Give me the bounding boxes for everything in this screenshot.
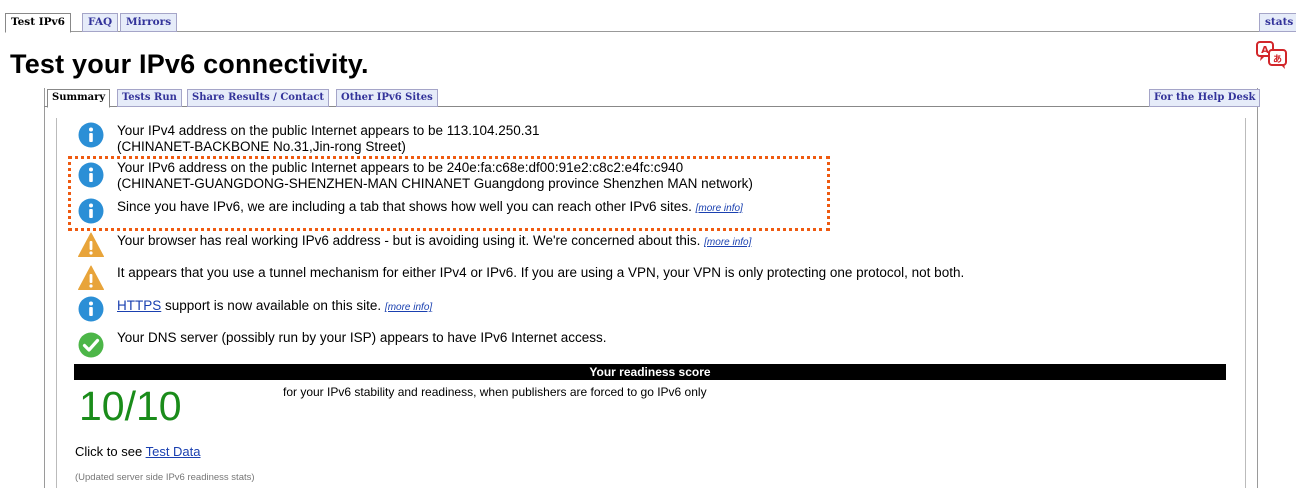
- ipv6-provider-line: (CHINANET-GUANGDONG-SHENZHEN-MAN CHINANE…: [117, 176, 753, 191]
- subtab-help-desk[interactable]: For the Help Desk: [1149, 89, 1261, 107]
- ipv4-address-line: Your IPv4 address on the public Internet…: [117, 123, 540, 138]
- subtab-other-ipv6-sites[interactable]: Other IPv6 Sites: [336, 89, 438, 107]
- more-info-link[interactable]: [more info]: [385, 302, 432, 313]
- check-icon: [78, 332, 104, 358]
- svg-text:A: A: [1261, 45, 1269, 56]
- test-data-link[interactable]: Test Data: [146, 444, 201, 459]
- subtab-tests-run[interactable]: Tests Run: [117, 89, 182, 107]
- https-link[interactable]: HTTPS: [117, 298, 161, 313]
- readiness-score-header: Your readiness score: [74, 364, 1226, 380]
- test-data-line: Click to see Test Data: [75, 444, 201, 459]
- info-icon: [78, 296, 104, 322]
- tab-faq[interactable]: FAQ: [82, 13, 119, 32]
- subtab-summary[interactable]: Summary: [47, 89, 111, 108]
- https-text: support is now available on this site.: [165, 298, 382, 313]
- svg-text:あ: あ: [1273, 54, 1282, 65]
- top-tab-bar: Test IPv6 FAQ Mirrors stats: [0, 0, 1296, 33]
- info-icon: [78, 198, 104, 224]
- tab-test-ipv6[interactable]: Test IPv6: [5, 13, 71, 33]
- https-message: HTTPS support is now available on this s…: [117, 298, 432, 316]
- avoiding-ipv6-message: Your browser has real working IPv6 addre…: [117, 233, 751, 251]
- click-to-see-label: Click to see: [75, 444, 143, 459]
- ipv6-address-line: Your IPv6 address on the public Internet…: [117, 160, 684, 175]
- translate-icon[interactable]: A あ: [1255, 40, 1289, 70]
- dns-message: Your DNS server (possibly run by your IS…: [117, 330, 607, 345]
- info-icon: [78, 162, 104, 188]
- readiness-score-value: 10/10: [79, 383, 182, 429]
- subtab-share-results[interactable]: Share Results / Contact: [187, 89, 330, 107]
- tunnel-message: It appears that you use a tunnel mechani…: [117, 265, 965, 280]
- tab-bar-divider: [5, 31, 1296, 32]
- page-title: Test your IPv6 connectivity.: [10, 49, 369, 79]
- warning-icon: [78, 232, 104, 257]
- ipv6-tab-text: Since you have IPv6, we are including a …: [117, 199, 692, 214]
- updated-stats-note: (Updated server side IPv6 readiness stat…: [75, 472, 255, 483]
- more-info-link[interactable]: [more info]: [704, 237, 751, 248]
- avoiding-ipv6-text: Your browser has real working IPv6 addre…: [117, 233, 701, 248]
- warning-icon: [78, 265, 104, 290]
- tab-mirrors[interactable]: Mirrors: [120, 13, 178, 32]
- readiness-score-description: for your IPv6 stability and readiness, w…: [283, 385, 707, 399]
- ipv6-tab-message: Since you have IPv6, we are including a …: [117, 199, 743, 217]
- tab-stats[interactable]: stats: [1259, 13, 1296, 32]
- info-icon: [78, 122, 104, 148]
- ipv4-provider-line: (CHINANET-BACKBONE No.31,Jin-rong Street…: [117, 139, 406, 154]
- more-info-link[interactable]: [more info]: [696, 203, 743, 214]
